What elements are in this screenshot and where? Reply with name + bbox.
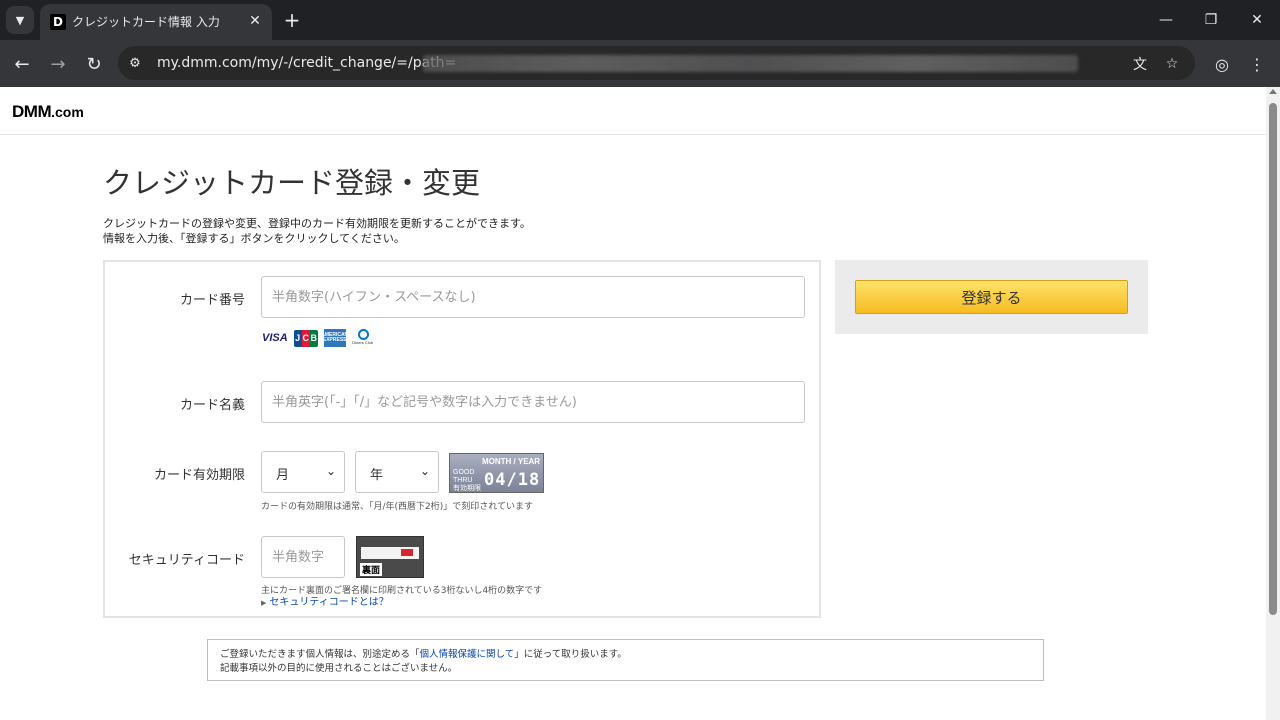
card-number-input[interactable]	[261, 276, 805, 318]
expiry-sample-good-thru: GOOD THRU 有効期限	[453, 469, 481, 493]
register-button[interactable]: 登録する	[855, 280, 1128, 314]
privacy-line-1-before: ご登録いただきます個人情報は、別途定める「	[220, 649, 420, 660]
privacy-line-1-after: 」に従って取り扱います。	[514, 649, 627, 660]
expiry-hint: カードの有効期限は通常、「月/年(西暦下2桁)」で刻印されています	[261, 502, 534, 512]
lead-line-2: 情報を入力後、「登録する」ボタンをクリックしてください。	[103, 232, 405, 245]
expiry-year-value: 年	[370, 468, 384, 483]
visa-logo-icon: VISA	[262, 332, 288, 344]
jcb-letter-b: B	[309, 329, 318, 347]
card-form: カード番号 VISA J C B AMERICAN EXPRESS Diners…	[103, 260, 821, 618]
diners-ring	[357, 329, 369, 340]
expiry-label: カード有効期限	[153, 468, 245, 483]
lead-text: クレジットカードの登録や変更、登録中のカード有効期限を更新することができます。 …	[103, 216, 531, 246]
expiry-sample-date: 04/18	[484, 470, 541, 490]
scroll-up-arrow-icon[interactable]	[1269, 89, 1277, 94]
site-header: DMM.com	[0, 87, 1266, 135]
scrollbar-thumb[interactable]	[1269, 103, 1277, 615]
diners-text: Diners Club	[352, 340, 374, 345]
security-code-highlight	[401, 549, 413, 556]
profile-avatar-icon[interactable]: ◎	[1210, 52, 1234, 76]
card-brand-logos: VISA J C B AMERICAN EXPRESS Diners Club	[262, 329, 374, 347]
submit-panel: 登録する	[835, 260, 1148, 334]
dmm-favicon-icon: D	[50, 14, 66, 30]
jcb-logo-icon: J C B	[293, 329, 318, 347]
expiry-sample-yuko: 有効期限	[453, 485, 481, 492]
url-text: my.dmm.com/my/-/credit_change/=/path=	[157, 55, 457, 71]
jcb-letter-j: J	[293, 329, 302, 347]
url-redacted-blur	[423, 55, 1078, 72]
privacy-line-2: 記載事項以外の目的に使用されることはございません。	[220, 663, 458, 674]
privacy-notice: ご登録いただきます個人情報は、別途定める「個人情報保護に関して」に従って取り扱い…	[207, 639, 1044, 681]
expiry-year-select[interactable]: 年 ⌄	[355, 451, 439, 493]
site-info-tune-icon[interactable]: ⚙	[126, 54, 144, 72]
card-number-label: カード番号	[179, 293, 245, 308]
expiry-month-value: 月	[276, 468, 290, 483]
diners-logo-icon: Diners Club	[352, 329, 374, 347]
page-viewport: DMM.com クレジットカード登録・変更 クレジットカードの登録や変更、登録中…	[0, 87, 1266, 720]
amex-logo-icon: AMERICAN EXPRESS	[321, 329, 348, 347]
card-back-label: 裏面	[360, 563, 383, 576]
card-back-sample-image: 裏面	[356, 536, 424, 578]
browser-menu-kebab-icon[interactable]: ⋮	[1247, 52, 1267, 76]
logo-suffix: .com	[51, 104, 84, 120]
bookmark-star-icon[interactable]: ☆	[1162, 54, 1182, 74]
window-restore-icon[interactable]: ❐	[1193, 6, 1229, 34]
reload-icon[interactable]: ↻	[80, 50, 108, 78]
security-code-label: セキュリティコード	[128, 553, 245, 568]
chevron-down-icon: ⌄	[325, 464, 336, 478]
card-name-input[interactable]	[261, 381, 805, 423]
back-arrow-icon[interactable]: ←	[8, 50, 36, 78]
lead-line-1: クレジットカードの登録や変更、登録中のカード有効期限を更新することができます。	[103, 217, 531, 230]
privacy-line-1: ご登録いただきます個人情報は、別途定める「個人情報保護に関して」に従って取り扱い…	[220, 648, 1031, 662]
page-scrollbar[interactable]	[1266, 87, 1280, 720]
browser-toolbar: ← → ↻ ⚙ my.dmm.com/my/-/credit_change/=/…	[0, 40, 1280, 87]
chevron-down-icon: ⌄	[419, 464, 430, 478]
tab-search-chevron-icon[interactable]: ▼	[6, 6, 34, 34]
new-tab-plus-icon[interactable]: +	[280, 8, 304, 32]
expiry-sample-thru: THRU	[453, 477, 473, 484]
browser-tab-bar: ▼ D クレジットカード情報 入力 ✕ + — ❐ ✕	[0, 0, 1280, 40]
expiry-sample-image: MONTH / YEAR GOOD THRU 有効期限 04/18	[449, 453, 544, 493]
forward-arrow-icon[interactable]: →	[44, 50, 72, 78]
card-name-label: カード名義	[179, 398, 245, 413]
logo-main: DMM	[12, 102, 52, 121]
expiry-sample-header: MONTH / YEAR	[482, 457, 541, 466]
page-title: クレジットカード登録・変更	[103, 166, 481, 200]
expiry-month-select[interactable]: 月 ⌄	[261, 451, 345, 493]
window-close-icon[interactable]: ✕	[1239, 6, 1275, 34]
dmm-logo[interactable]: DMM.com	[12, 102, 84, 122]
tab-title: クレジットカード情報 入力	[72, 15, 220, 29]
window-minimize-icon[interactable]: —	[1148, 6, 1184, 34]
translate-icon[interactable]: 文	[1130, 54, 1150, 74]
browser-tab[interactable]: D クレジットカード情報 入力 ✕	[40, 4, 272, 40]
security-code-help-link[interactable]: ▶ セキュリティコードとは？	[261, 593, 389, 608]
tab-close-icon[interactable]: ✕	[246, 12, 264, 30]
jcb-letter-c: C	[301, 329, 310, 347]
expiry-sample-good: GOOD	[453, 469, 475, 476]
triangle-right-icon: ▶	[261, 599, 267, 607]
address-bar[interactable]: ⚙ my.dmm.com/my/-/credit_change/=/path= …	[118, 46, 1195, 80]
privacy-policy-link[interactable]: 個人情報保護に関して	[420, 649, 515, 660]
security-code-help-text: セキュリティコードとは？	[269, 597, 389, 608]
security-code-input[interactable]	[261, 536, 345, 578]
